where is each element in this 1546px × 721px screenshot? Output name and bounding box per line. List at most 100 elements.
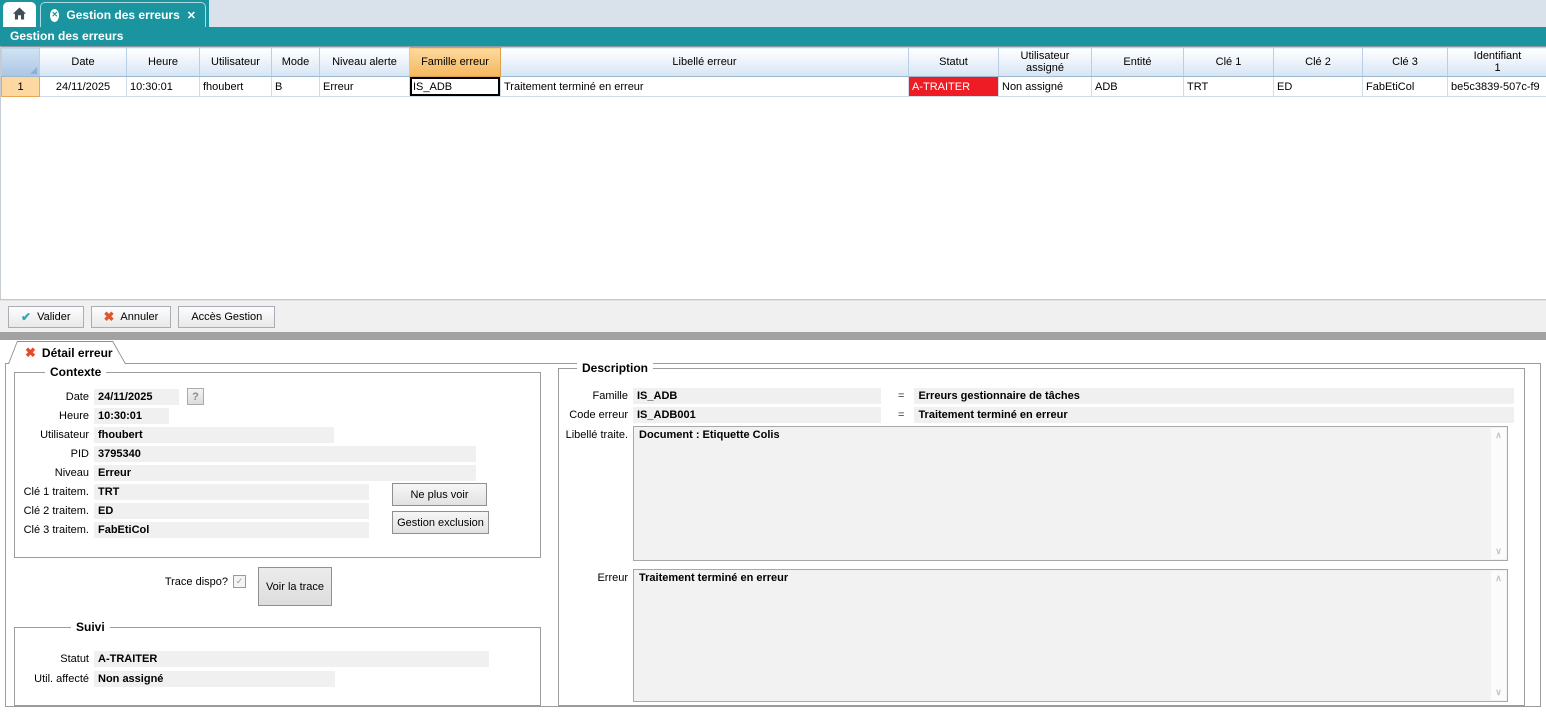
cell-mode[interactable]: B	[272, 77, 320, 97]
cell-niveau-alerte[interactable]: Erreur	[320, 77, 410, 97]
col-header-date[interactable]: Date	[40, 48, 127, 77]
cell-utilisateur-assigne[interactable]: Non assigné	[999, 77, 1092, 97]
col-header-statut[interactable]: Statut	[909, 48, 999, 77]
code-erreur-label: Code erreur	[559, 409, 628, 421]
scroll-up-icon[interactable]: ∧	[1491, 430, 1506, 441]
scroll-up-icon[interactable]: ∧	[1491, 573, 1506, 584]
code-libelle-field: Traitement terminé en erreur	[914, 407, 1514, 423]
cell-date[interactable]: 24/11/2025	[40, 77, 127, 97]
col-header-entite[interactable]: Entité	[1092, 48, 1184, 77]
equals-sign: =	[898, 390, 904, 402]
erreur-label: Erreur	[559, 572, 628, 584]
cell-famille-erreur-focused[interactable]: IS_ADB	[410, 77, 501, 97]
statut-field: A-TRAITER	[94, 651, 489, 667]
tab-close-icon[interactable]: ✕	[187, 9, 196, 22]
tab-circle-close-icon[interactable]: ✕	[50, 9, 59, 22]
col-header-mode[interactable]: Mode	[272, 48, 320, 77]
col-header-utilisateur[interactable]: Utilisateur	[200, 48, 272, 77]
contexte-legend: Contexte	[45, 365, 106, 379]
separator-bar	[0, 332, 1546, 340]
acces-gestion-button[interactable]: Accès Gestion	[178, 306, 275, 328]
cell-heure[interactable]: 10:30:01	[127, 77, 200, 97]
row-number-cell[interactable]: 1	[2, 77, 40, 97]
tab-label: Gestion des erreurs	[66, 8, 179, 22]
grid-header-row: Date Heure Utilisateur Mode Niveau alert…	[2, 48, 1546, 77]
scrollbar[interactable]: ∧ ∨	[1491, 571, 1506, 700]
date-field: 24/11/2025	[94, 389, 179, 405]
famille-label: Famille	[559, 390, 628, 402]
niveau-label: Niveau	[19, 467, 89, 479]
corner-triangle-icon	[30, 67, 37, 74]
equals-sign: =	[898, 409, 904, 421]
cell-entite[interactable]: ADB	[1092, 77, 1184, 97]
cle3-label: Clé 3 traitem.	[19, 524, 89, 536]
page-title: Gestion des erreurs	[0, 27, 1546, 46]
code-erreur-field: IS_ADB001	[633, 407, 881, 423]
col-header-famille-erreur[interactable]: Famille erreur	[410, 48, 501, 77]
pid-field: 3795340	[94, 446, 476, 462]
cell-libelle-erreur[interactable]: Traitement terminé en erreur	[501, 77, 909, 97]
cle2-field: ED	[94, 503, 369, 519]
home-icon	[12, 6, 27, 24]
error-grid: Date Heure Utilisateur Mode Niveau alert…	[0, 46, 1546, 300]
utilisateur-label: Utilisateur	[19, 429, 89, 441]
pid-label: PID	[19, 448, 89, 460]
libelle-traite-textarea[interactable]: Document : Etiquette Colis ∧ ∨	[633, 426, 1508, 561]
cell-identifiant1[interactable]: be5c3839-507c-f9	[1448, 77, 1546, 97]
cell-statut[interactable]: A-TRAITER	[909, 77, 999, 97]
tab-gestion-des-erreurs[interactable]: ✕ Gestion des erreurs ✕	[40, 2, 206, 27]
cell-cle1[interactable]: TRT	[1184, 77, 1274, 97]
erreur-textarea[interactable]: Traitement terminé en erreur ∧ ∨	[633, 569, 1508, 702]
utilisateur-field: fhoubert	[94, 427, 334, 443]
action-bar: ✔ Valider ✖ Annuler Accès Gestion	[0, 300, 1546, 332]
date-label: Date	[19, 391, 89, 403]
util-affecte-label: Util. affecté	[19, 673, 89, 685]
libelle-traite-label: Libellé traite.	[559, 429, 628, 441]
detail-x-icon: ✖	[25, 345, 36, 361]
check-icon: ✔	[21, 310, 31, 324]
col-header-heure[interactable]: Heure	[127, 48, 200, 77]
famille-libelle-field: Erreurs gestionnaire de tâches	[914, 388, 1514, 404]
scrollbar[interactable]: ∧ ∨	[1491, 428, 1506, 559]
detail-tab-label: Détail erreur	[42, 346, 113, 360]
table-row[interactable]: 1 24/11/2025 10:30:01 fhoubert B Erreur …	[2, 77, 1546, 97]
cancel-x-icon: ✖	[104, 309, 115, 325]
tab-detail-erreur[interactable]: ✖ Détail erreur	[8, 341, 126, 364]
trace-row: Trace dispo? ✓	[136, 573, 246, 590]
heure-label: Heure	[19, 410, 89, 422]
cell-cle3[interactable]: FabEtiCol	[1363, 77, 1448, 97]
app-window: ✕ Gestion des erreurs ✕ Gestion des erre…	[0, 0, 1546, 721]
grid-corner-cell[interactable]	[2, 48, 40, 77]
tab-home[interactable]	[3, 2, 36, 27]
util-affecte-field: Non assigné	[94, 671, 335, 687]
heure-field: 10:30:01	[94, 408, 169, 424]
scroll-down-icon[interactable]: ∨	[1491, 687, 1506, 698]
famille-code-field: IS_ADB	[633, 388, 881, 404]
col-header-utilisateur-assigne[interactable]: Utilisateur assigné	[999, 48, 1092, 77]
gestion-exclusion-button[interactable]: Gestion exclusion	[392, 511, 489, 534]
date-help-button[interactable]: ?	[187, 388, 204, 405]
cle2-label: Clé 2 traitem.	[19, 505, 89, 517]
description-groupbox: Description Famille IS_ADB = Erreurs ges…	[558, 368, 1525, 706]
voir-la-trace-button[interactable]: Voir la trace	[258, 567, 332, 606]
description-legend: Description	[577, 361, 653, 375]
col-header-cle1[interactable]: Clé 1	[1184, 48, 1274, 77]
detail-panel: Contexte Date 24/11/2025 ? Heure 10:30:0…	[5, 363, 1541, 707]
annuler-button[interactable]: ✖ Annuler	[91, 306, 172, 328]
col-header-libelle-erreur[interactable]: Libellé erreur	[501, 48, 909, 77]
col-header-identifiant1[interactable]: Identifiant 1	[1448, 48, 1546, 77]
valider-button[interactable]: ✔ Valider	[8, 306, 84, 328]
trace-dispo-checkbox[interactable]: ✓	[233, 575, 246, 588]
cle1-label: Clé 1 traitem.	[19, 486, 89, 498]
cell-utilisateur[interactable]: fhoubert	[200, 77, 272, 97]
ne-plus-voir-button[interactable]: Ne plus voir	[392, 483, 487, 506]
col-header-cle2[interactable]: Clé 2	[1274, 48, 1363, 77]
cell-cle2[interactable]: ED	[1274, 77, 1363, 97]
scroll-down-icon[interactable]: ∨	[1491, 546, 1506, 557]
niveau-field: Erreur	[94, 465, 476, 481]
col-header-cle3[interactable]: Clé 3	[1363, 48, 1448, 77]
trace-dispo-label: Trace dispo?	[136, 576, 228, 588]
cle3-field: FabEtiCol	[94, 522, 369, 538]
tab-strip: ✕ Gestion des erreurs ✕	[0, 0, 1546, 27]
col-header-niveau-alerte[interactable]: Niveau alerte	[320, 48, 410, 77]
